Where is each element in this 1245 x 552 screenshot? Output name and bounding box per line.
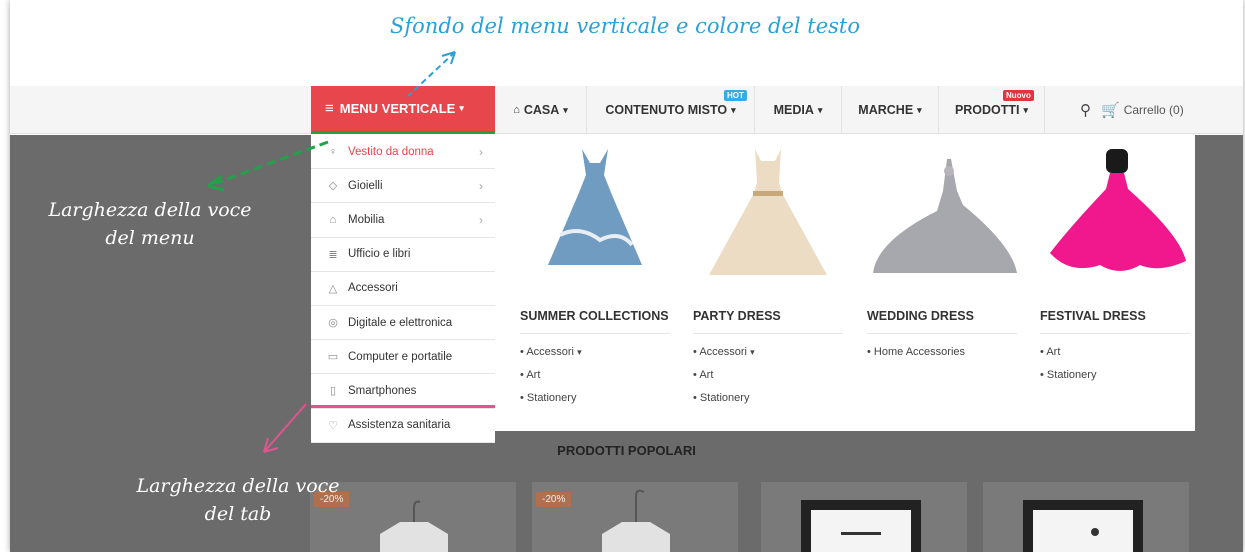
screenshot-frame: Sfondo del menu verticale e colore del t… [10, 0, 1243, 552]
annotation-arrows [207, 51, 456, 453]
